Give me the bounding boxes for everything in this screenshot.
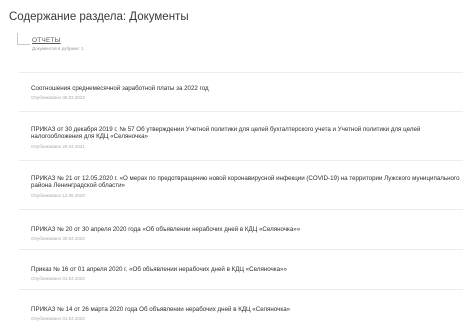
divider [19,160,463,161]
document-date: Опубликовано 01.04.2020 [31,276,85,282]
document-title[interactable]: Соотношения среднемесячной заработной пл… [31,85,461,92]
divider [19,209,463,210]
document-item[interactable]: ПРИКАЗ № 20 от 30 апреля 2020 года «Об о… [31,226,461,241]
document-title[interactable]: ПРИКАЗ № 14 от 26 марта 2020 года Об объ… [31,306,461,313]
document-date: Опубликовано 30.04.2020 [31,236,85,242]
document-title[interactable]: ПРИКАЗ № 20 от 30 апреля 2020 года «Об о… [31,226,461,233]
divider [19,111,463,112]
divider [19,72,463,73]
document-title[interactable]: ПРИКАЗ от 30 декабря 2019 г. № 57 Об утв… [31,126,461,141]
category-link-reports[interactable]: ОТЧЕТЫ [32,37,84,44]
document-title[interactable]: Приказ № 16 от 01 апреля 2020 г. «Об объ… [31,266,461,273]
document-date: Опубликовано 12.05.2020 [31,192,85,198]
document-item[interactable]: Приказ № 16 от 01 апреля 2020 г. «Об объ… [31,266,461,281]
document-date: Опубликовано 01.04.2020 [31,316,85,322]
category-block: ОТЧЕТЫ Документов в рубрике: 1 [32,37,84,51]
document-item[interactable]: ПРИКАЗ № 21 от 12.05.2020 г. «О мерах по… [31,175,461,198]
document-date: Опубликовано 06.03.2023 [31,95,85,101]
document-date: Опубликовано 29.04.2021 [31,143,85,149]
document-item[interactable]: ПРИКАЗ от 30 декабря 2019 г. № 57 Об утв… [31,126,461,149]
divider [19,249,463,250]
divider [19,289,463,290]
document-title[interactable]: ПРИКАЗ № 21 от 12.05.2020 г. «О мерах по… [31,175,461,190]
document-item[interactable]: ПРИКАЗ № 14 от 26 марта 2020 года Об объ… [31,306,461,321]
page-title: Содержание раздела: Документы [9,11,189,23]
category-count: Документов в рубрике: 1 [32,46,84,51]
document-item[interactable]: Соотношения среднемесячной заработной пл… [31,85,461,100]
tree-connector [17,33,30,45]
